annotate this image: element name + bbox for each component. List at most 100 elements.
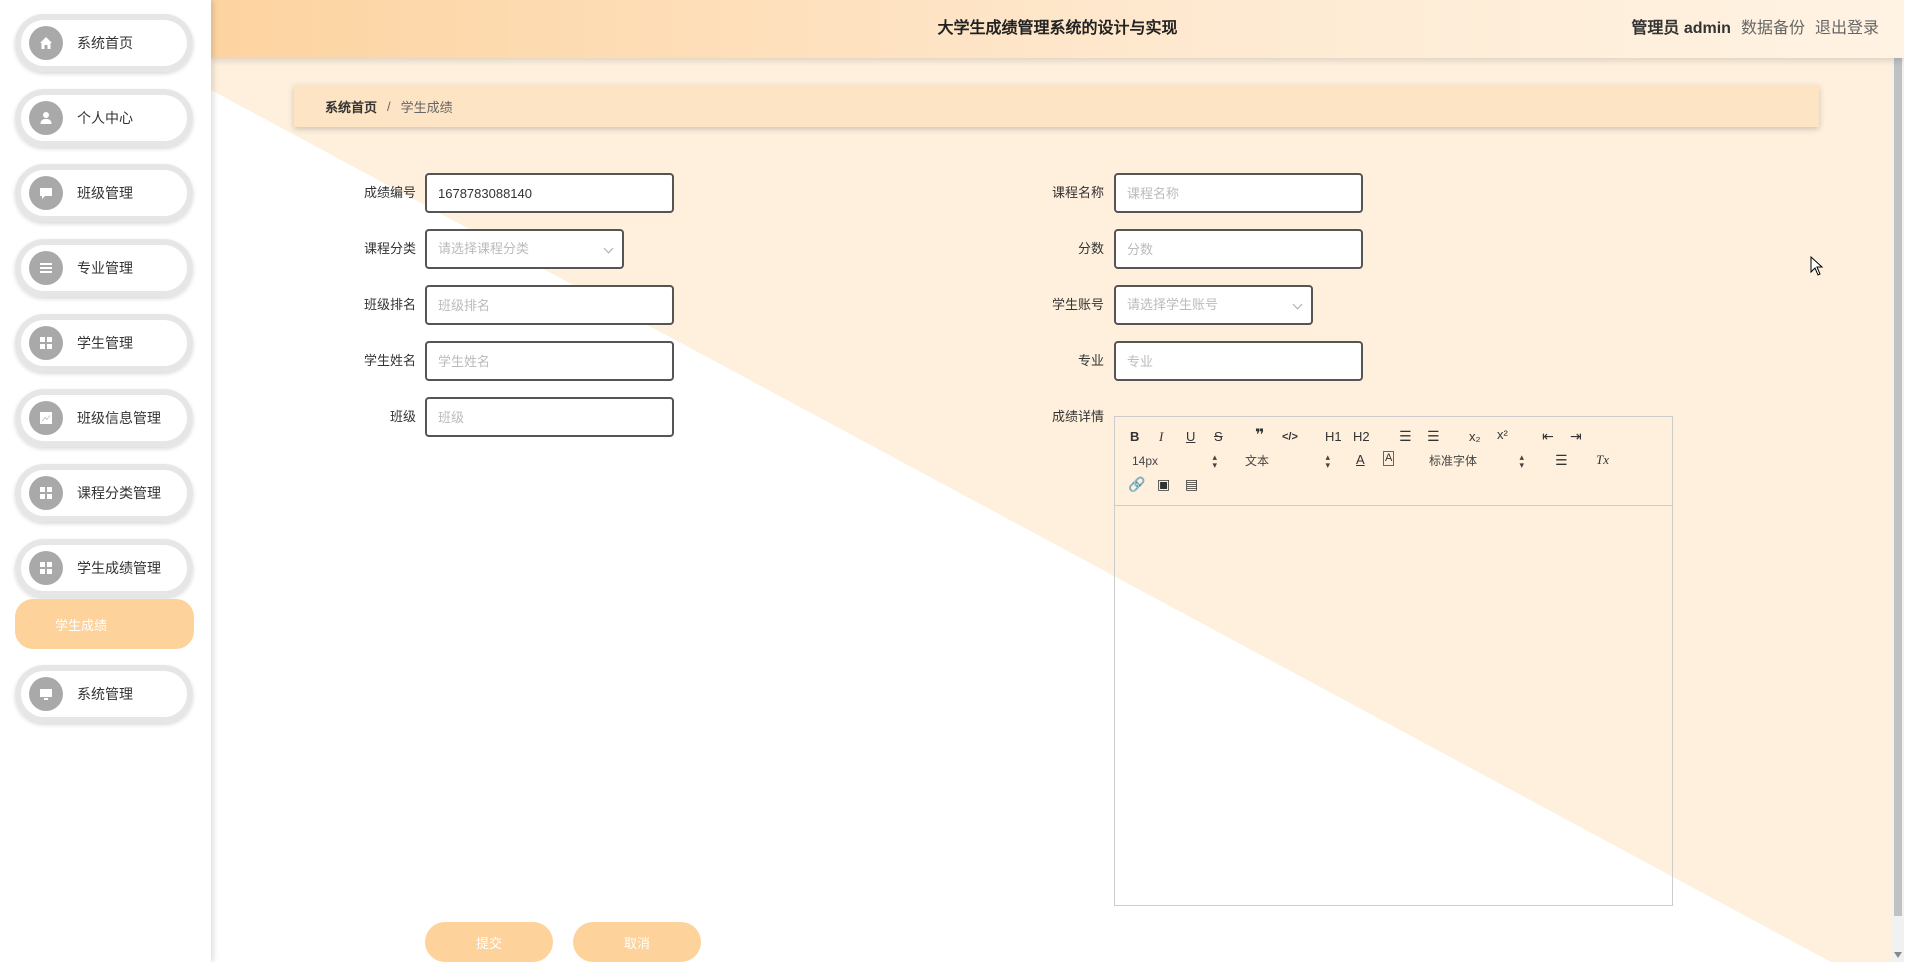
submit-button[interactable]: 提交 — [425, 922, 553, 962]
breadcrumb-current: 学生成绩 — [400, 99, 453, 115]
underline-button[interactable]: U — [1186, 428, 1195, 446]
vertical-scrollbar[interactable] — [1892, 0, 1904, 962]
font-family-select[interactable]: 标准字体 ▴ ▾ — [1429, 452, 1524, 470]
scroll-down-icon[interactable] — [1894, 952, 1902, 958]
student-name-label: 学生姓名 — [363, 353, 416, 368]
code-icon[interactable]: </> — [1282, 428, 1298, 446]
font-family-value: 标准字体 — [1429, 454, 1478, 468]
editor-toolbar: B I U S ❞ </> H1 H2 ☰ ☰ x₂ x² ⇤ ⇥ 14px ▴ ▾… — [1115, 417, 1672, 506]
sidebar-item-course-category-management[interactable]: 课程分类管理 — [15, 464, 193, 522]
subscript-button[interactable]: x₂ — [1469, 428, 1481, 446]
class-input[interactable] — [425, 397, 674, 437]
class-rank-label: 班级排名 — [363, 297, 416, 312]
grid-icon — [29, 476, 63, 510]
course-category-select[interactable]: 请选择课程分类 — [425, 229, 624, 269]
select-arrows-icon: ▴ ▾ — [1325, 452, 1330, 470]
major-input[interactable] — [1114, 341, 1363, 381]
admin-label: 管理员 admin — [1631, 20, 1731, 37]
chat-icon — [29, 176, 63, 210]
sidebar-item-score-management[interactable]: 学生成绩管理 — [15, 539, 193, 597]
align-icon[interactable]: ☰ — [1555, 451, 1568, 469]
sidebar-item-label: 班级信息管理 — [77, 410, 161, 426]
sidebar-subitem-student-scores[interactable]: 学生成绩 — [15, 599, 194, 649]
sidebar-item-label: 系统首页 — [77, 35, 133, 51]
rich-text-editor: B I U S ❞ </> H1 H2 ☰ ☰ x₂ x² ⇤ ⇥ 14px ▴ ▾… — [1114, 416, 1673, 906]
sidebar-item-label: 系统管理 — [77, 686, 133, 702]
grid-icon — [29, 551, 63, 585]
scrollbar-thumb[interactable] — [1894, 16, 1902, 916]
course-name-label: 课程名称 — [1051, 185, 1104, 200]
sidebar-item-student-management[interactable]: 学生管理 — [15, 314, 193, 372]
main-area: 大学生成绩管理系统的设计与实现 管理员 admin 数据备份 退出登录 系统首页… — [211, 0, 1904, 962]
italic-button[interactable]: I — [1159, 428, 1163, 446]
h1-button[interactable]: H1 — [1325, 428, 1342, 446]
link-icon[interactable]: 🔗 — [1128, 475, 1145, 493]
score-input[interactable] — [1114, 229, 1363, 269]
class-rank-input[interactable] — [425, 285, 674, 325]
paragraph-select[interactable]: 文本 ▴ ▾ — [1245, 452, 1330, 470]
grid-icon — [29, 326, 63, 360]
background-color-button[interactable]: A — [1383, 451, 1395, 466]
indent-decrease-icon[interactable]: ⇤ — [1542, 427, 1554, 445]
ordered-list-icon[interactable]: ☰ — [1399, 427, 1412, 445]
sidebar-item-label: 专业管理 — [77, 260, 133, 276]
sidebar: 系统首页 个人中心 班级管理 专业管理 学生管理 班级信息管理 课程分类管理 学… — [0, 0, 211, 962]
chevron-down-icon — [603, 243, 614, 254]
sidebar-item-label: 学生成绩管理 — [77, 560, 161, 576]
student-account-placeholder: 请选择学生账号 — [1127, 297, 1219, 312]
monitor-icon — [29, 677, 63, 711]
image-icon[interactable]: ▣ — [1157, 475, 1170, 493]
course-category-placeholder: 请选择课程分类 — [438, 241, 530, 256]
sidebar-item-label: 班级管理 — [77, 185, 133, 201]
video-icon[interactable]: ▤ — [1185, 475, 1198, 493]
sidebar-item-class-management[interactable]: 班级管理 — [15, 164, 193, 222]
data-backup-link[interactable]: 数据备份 — [1741, 0, 1805, 58]
sidebar-item-label: 个人中心 — [77, 110, 133, 126]
quote-icon[interactable]: ❞ — [1255, 428, 1264, 444]
superscript-button[interactable]: x² — [1497, 426, 1508, 444]
student-account-select[interactable]: 请选择学生账号 — [1114, 285, 1313, 325]
sidebar-item-home[interactable]: 系统首页 — [15, 14, 193, 72]
list-icon — [29, 251, 63, 285]
clear-format-button[interactable]: Tx — [1596, 451, 1609, 469]
sidebar-item-label: 学生管理 — [77, 335, 133, 351]
select-arrows-icon: ▴ ▾ — [1519, 452, 1524, 470]
h2-button[interactable]: H2 — [1353, 428, 1370, 446]
editor-content-area[interactable] — [1115, 506, 1672, 906]
details-label: 成绩详情 — [1051, 409, 1104, 424]
chart-icon — [29, 401, 63, 435]
top-header: 大学生成绩管理系统的设计与实现 管理员 admin 数据备份 退出登录 — [211, 0, 1904, 58]
score-id-input[interactable] — [425, 173, 674, 213]
chevron-down-icon — [1292, 299, 1303, 310]
home-icon — [29, 26, 63, 60]
score-label: 分数 — [1077, 241, 1104, 256]
student-name-input[interactable] — [425, 341, 674, 381]
sidebar-item-system-management[interactable]: 系统管理 — [15, 665, 193, 723]
sidebar-item-class-info-management[interactable]: 班级信息管理 — [15, 389, 193, 447]
course-name-input[interactable] — [1114, 173, 1363, 213]
class-label: 班级 — [389, 409, 416, 424]
font-color-button[interactable]: A — [1356, 451, 1365, 469]
paragraph-value: 文本 — [1245, 454, 1270, 468]
bold-button[interactable]: B — [1130, 428, 1139, 446]
breadcrumb: 系统首页 / 学生成绩 — [294, 85, 1819, 127]
sidebar-item-label: 课程分类管理 — [77, 485, 161, 501]
sidebar-item-personal-center[interactable]: 个人中心 — [15, 89, 193, 147]
breadcrumb-home[interactable]: 系统首页 — [325, 97, 377, 116]
course-category-label: 课程分类 — [363, 241, 416, 256]
font-size-value: 14px — [1132, 454, 1159, 468]
score-id-label: 成绩编号 — [363, 185, 416, 200]
sidebar-item-major-management[interactable]: 专业管理 — [15, 239, 193, 297]
mouse-cursor-icon — [1810, 256, 1824, 276]
breadcrumb-separator: / — [387, 98, 391, 114]
select-arrows-icon: ▴ ▾ — [1212, 452, 1217, 470]
font-size-select[interactable]: 14px ▴ ▾ — [1132, 452, 1217, 470]
major-label: 专业 — [1077, 353, 1104, 368]
user-icon — [29, 101, 63, 135]
strike-button[interactable]: S — [1214, 428, 1223, 446]
cancel-button[interactable]: 取消 — [573, 922, 701, 962]
indent-increase-icon[interactable]: ⇥ — [1570, 427, 1582, 445]
logout-link[interactable]: 退出登录 — [1815, 0, 1879, 58]
bullet-list-icon[interactable]: ☰ — [1427, 427, 1440, 445]
student-account-label: 学生账号 — [1051, 297, 1104, 312]
